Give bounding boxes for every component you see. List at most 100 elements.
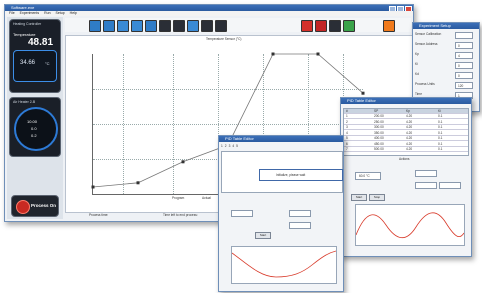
setup-row-label: Kd	[415, 72, 419, 76]
add-icon[interactable]	[103, 20, 115, 32]
play-icon[interactable]	[89, 20, 101, 32]
pid-table-header-cell: #	[346, 109, 348, 114]
pid-right-titlebar: PID Table Editor	[341, 98, 471, 104]
ok-icon[interactable]	[343, 20, 355, 32]
setup-row-field[interactable]: 0	[455, 72, 473, 79]
table-icon[interactable]	[159, 20, 171, 32]
export-icon[interactable]	[201, 20, 213, 32]
temp-panel-heading: Heating Controller	[13, 22, 42, 26]
pid-value: 60.0 °C	[359, 174, 370, 178]
pid-table-row[interactable]: 4 350.00 4.20 0.1	[344, 131, 468, 136]
pid-table-row[interactable]: 7 500.00 4.20 0.1	[344, 147, 468, 152]
pid-tab-1[interactable]: 1	[221, 144, 223, 149]
pid-table-cell: 4	[346, 130, 348, 135]
temp-small-value: 34.66	[20, 60, 36, 66]
data-point[interactable]	[316, 52, 320, 56]
pid-left-start-button[interactable]: Start	[255, 232, 271, 239]
pid-left-title: PID Table Editor	[225, 136, 254, 141]
process-on-button[interactable]: Process On	[11, 195, 59, 217]
setup-title: Experiment Setup	[419, 23, 451, 28]
pid-stop-button[interactable]: Stop	[369, 194, 385, 201]
pid-tab-3[interactable]: 3	[229, 144, 231, 149]
data-point[interactable]	[91, 185, 95, 189]
pid-table-cell: 400.00	[374, 136, 384, 141]
pid-table-cell: 4.20	[406, 125, 413, 130]
pid-table-row[interactable]: 3 300.00 4.20 0.1	[344, 125, 468, 130]
setup-row-value: 0	[458, 63, 460, 68]
setup-row-field[interactable]: 4	[455, 52, 473, 59]
pid-table-row[interactable]: 1 200.00 4.20 0.1	[344, 114, 468, 119]
setup-row-label: Sensor Address	[415, 42, 438, 46]
pid-start-button[interactable]: Start	[351, 194, 367, 201]
pid-table-body: # SP Kp Ki 1 200.00 4.20 0.1 2 250.00 4.20 0.1 3 300.…	[344, 109, 468, 155]
data-point[interactable]	[271, 52, 275, 56]
list-icon[interactable]	[173, 20, 185, 32]
setup-row-field[interactable]: 0	[455, 62, 473, 69]
alert-icon[interactable]	[383, 20, 395, 32]
menu-run[interactable]: Run	[44, 11, 50, 16]
pid-window-left: PID Table Editor 1 2 3 4 5 Initialize, p…	[218, 135, 344, 292]
pid-left-field-1[interactable]	[231, 210, 253, 217]
pid-table-cell: 4.20	[406, 141, 413, 146]
pid-table-cell: 7	[346, 147, 348, 152]
pid-table-cell: 2	[346, 119, 348, 124]
menu-file[interactable]: File	[9, 11, 15, 16]
pid-table-row[interactable]: 6 450.00 4.20 0.1	[344, 142, 468, 147]
menu-experiments[interactable]: Experiments	[20, 11, 39, 16]
stop-icon[interactable]	[301, 20, 313, 32]
settings-icon[interactable]	[145, 20, 157, 32]
pid-tab-5[interactable]: 5	[236, 144, 238, 149]
pid-field-1[interactable]	[415, 170, 437, 177]
menu-setup[interactable]: Setup	[56, 11, 65, 16]
pid-table-cell: 5	[346, 136, 348, 141]
data-point[interactable]	[136, 181, 140, 185]
pid-table-cell: 0.1	[438, 130, 443, 135]
record-icon[interactable]	[315, 20, 327, 32]
process-time-label: Process time:	[89, 213, 109, 217]
pid-field-2[interactable]	[415, 182, 437, 189]
pid-table-row[interactable]: 2 250.00 4.20 0.1	[344, 120, 468, 125]
setup-row-label: Sensor Calibration	[415, 32, 442, 36]
pid-table-cell: 3	[346, 125, 348, 130]
setup-row-value: 0	[458, 73, 460, 78]
menu-bar: File Experiments Run Setup Help	[5, 11, 413, 16]
heater-heading: Air Heater 2-B	[13, 100, 36, 104]
print-icon[interactable]	[215, 20, 227, 32]
pid-table-cell: 300.00	[374, 125, 384, 130]
heater-line-1: 10.00	[27, 119, 38, 124]
data-point[interactable]	[181, 160, 185, 164]
setup-row-field[interactable]	[455, 32, 473, 39]
setup-row-field[interactable]: 0	[455, 42, 473, 49]
pid-table-cell: 200.00	[374, 114, 384, 119]
pid-value-box[interactable]: 60.0 °C	[355, 172, 381, 180]
setup-row-label: Ki	[415, 62, 418, 66]
pid-left-field-3[interactable]	[289, 222, 311, 229]
pid-table-row[interactable]: 5 400.00 4.20 0.1	[344, 136, 468, 141]
pid-table-cell: 4.20	[406, 136, 413, 141]
pid-left-field-2[interactable]	[289, 210, 311, 217]
save-icon[interactable]	[187, 20, 199, 32]
pid-table-cell: 450.00	[374, 141, 384, 146]
pid-tab-2[interactable]: 2	[225, 144, 227, 149]
menu-help[interactable]: Help	[70, 11, 77, 16]
status-icon[interactable]	[329, 20, 341, 32]
setup-row-value: 4	[458, 53, 460, 58]
pid-tab-4[interactable]: 4	[232, 144, 234, 149]
pid-table-cell: 350.00	[374, 130, 384, 135]
pid-table-cell: 0.1	[438, 125, 443, 130]
chart-title: Temperature Sensor (°C)	[206, 37, 242, 41]
pid-table-cell: 0.1	[438, 141, 443, 146]
time-left-label: Time left to end process:	[163, 213, 198, 217]
setup-row-field[interactable]: 120	[455, 82, 473, 89]
data-point[interactable]	[361, 91, 365, 95]
edit-icon[interactable]	[117, 20, 129, 32]
pid-left-tabs: 1 2 3 4 5	[221, 144, 341, 149]
temperature-panel: Heating Controller Temperature 48.81 34.…	[9, 19, 61, 93]
heater-line-3: 0.2	[31, 133, 37, 138]
pid-right-wave-chart	[355, 204, 465, 246]
pid-field-3[interactable]	[439, 182, 461, 189]
setup-row-label: Time	[415, 92, 422, 96]
chart-icon[interactable]	[131, 20, 143, 32]
pid-right-title: PID Table Editor	[347, 98, 376, 103]
pid-table-cell: 4.20	[406, 147, 413, 152]
